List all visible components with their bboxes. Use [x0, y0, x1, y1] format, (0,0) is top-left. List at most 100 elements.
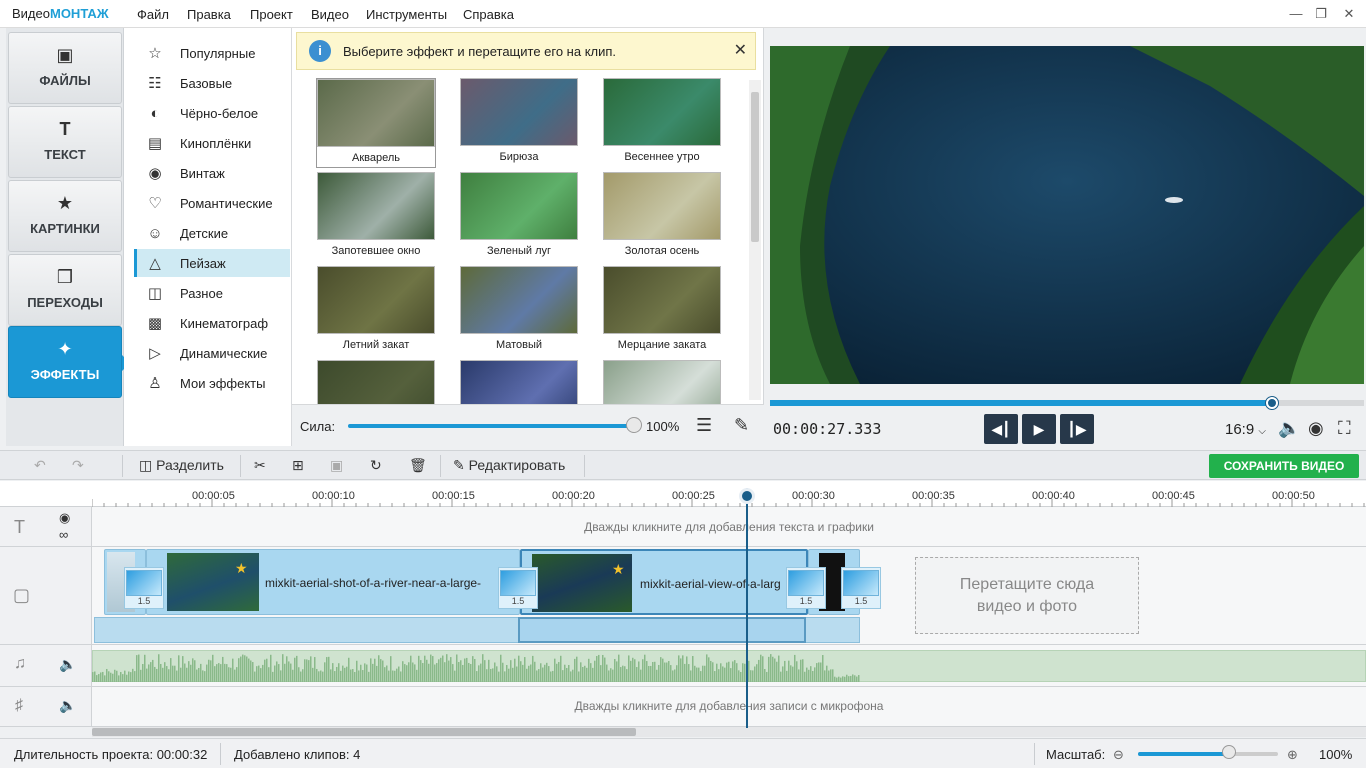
timeline-scrollbar[interactable] — [92, 727, 1366, 737]
category-kids[interactable]: ☺ Детские — [134, 219, 290, 247]
link-icon[interactable]: ∞ — [59, 527, 68, 542]
category-romantic[interactable]: ♡ Романтические — [134, 189, 290, 217]
maximize-button[interactable]: ❐ — [1308, 4, 1334, 24]
eye-icon[interactable]: ◉ — [59, 510, 70, 526]
zoom-slider-handle[interactable] — [1222, 745, 1236, 759]
save-video-button[interactable]: СОХРАНИТЬ ВИДЕО — [1209, 454, 1359, 478]
effect-label: Акварель — [351, 152, 400, 164]
tab-pictures[interactable]: ★ КАРТИНКИ — [8, 180, 122, 252]
effect-thumbnail[interactable] — [316, 360, 436, 404]
zoom-in-icon[interactable]: ⊕ — [1287, 747, 1298, 763]
effect-thumbnail[interactable]: Золотая осень — [602, 172, 722, 262]
tab-effects[interactable]: ✦ ЭФФЕКТЫ — [8, 326, 130, 398]
playhead[interactable] — [746, 488, 748, 728]
split-icon: ◫ — [139, 457, 153, 473]
effect-thumbnail[interactable]: Весеннее утро — [602, 78, 722, 168]
timeline-toolbar: ↶ ↷ ◫ Разделить ✂ ⊞ ▣ ↻ 🗑 ✎ Редактироват… — [0, 450, 1366, 480]
tab-transitions[interactable]: ❒ ПЕРЕХОДЫ — [8, 254, 122, 326]
playback-progress[interactable] — [770, 397, 1364, 409]
ruler-label: 00:00:10 — [312, 490, 355, 502]
zoom-out-icon[interactable]: ⊖ — [1113, 747, 1124, 763]
strength-slider-handle[interactable] — [626, 417, 642, 433]
menu-edit[interactable]: Правка — [187, 7, 231, 22]
effect-preview-image — [603, 360, 721, 404]
play-button[interactable]: ▶ — [1022, 414, 1056, 444]
category-misc[interactable]: ◫ Разное — [134, 279, 290, 307]
snapshot-camera-icon[interactable]: ◉ — [1308, 418, 1324, 439]
progress-handle[interactable] — [1266, 397, 1278, 409]
menu-video[interactable]: Видео — [311, 7, 349, 22]
effect-thumbnail[interactable] — [459, 360, 579, 404]
ruler-label: 00:00:25 — [672, 490, 715, 502]
tab-text[interactable]: T ТЕКСТ — [8, 106, 122, 178]
text-track[interactable]: Дважды кликните для добавления текста и … — [92, 507, 1366, 547]
category-dynamic[interactable]: ▷ Динамические — [134, 339, 290, 367]
mic-volume-icon[interactable]: 🔈 — [59, 697, 76, 714]
video-track-header: ▢ — [0, 547, 92, 645]
ruler-spacer — [0, 481, 92, 507]
close-window-button[interactable]: ✕ — [1336, 4, 1362, 24]
audio-volume-icon[interactable]: 🔈 — [59, 656, 76, 673]
previous-button[interactable]: ◀┃ — [984, 414, 1018, 444]
transition-1[interactable]: 1.5 — [124, 567, 164, 609]
clip-3-selected[interactable]: ★ mixkit-aerial-view-of-a-larg — [520, 549, 808, 615]
effect-thumbnail[interactable]: Зеленый луг — [459, 172, 579, 262]
brush-icon[interactable]: ✎ — [734, 415, 749, 436]
redo-icon[interactable]: ↷ — [72, 457, 84, 474]
minimize-button[interactable]: — — [1283, 4, 1309, 24]
mic-track[interactable]: Дважды кликните для добавления записи с … — [92, 687, 1366, 727]
effect-thumbnail[interactable]: Летний закат — [316, 266, 436, 356]
audio-track[interactable] — [92, 645, 1366, 687]
left-tabs: ▣ ФАЙЛЫ T ТЕКСТ ★ КАРТИНКИ ❒ ПЕРЕХОДЫ ✦ … — [6, 28, 130, 446]
contrast-icon: ◐ — [150, 104, 160, 122]
menu-tools[interactable]: Инструменты — [366, 7, 447, 22]
transition-4[interactable]: 1.5 — [841, 567, 881, 609]
transition-2[interactable]: 1.5 — [498, 567, 538, 609]
rotate-icon[interactable]: ↻ — [370, 457, 382, 474]
category-vintage[interactable]: ◉ Винтаж — [134, 159, 290, 187]
effect-thumbnail[interactable]: Бирюза — [459, 78, 579, 168]
menu-project[interactable]: Проект — [250, 7, 293, 22]
category-film[interactable]: ▤ Киноплёнки — [134, 129, 290, 157]
category-my-effects[interactable]: ♙ Мои эффекты — [134, 369, 290, 397]
category-basic[interactable]: ☷ Базовые — [134, 69, 290, 97]
split-button[interactable]: ◫ Разделить — [139, 457, 224, 474]
strength-slider[interactable] — [348, 424, 636, 428]
timeline-ruler[interactable]: 00:00:05 00:00:10 00:00:15 00:00:20 00:00:25… — [92, 481, 1366, 507]
next-button[interactable]: ┃▶ — [1060, 414, 1094, 444]
video-track[interactable]: ★ mixkit-aerial-shot-of-a-river-near-a-l… — [92, 547, 1366, 645]
crop-icon[interactable]: ⊞ — [292, 457, 304, 474]
aspect-ratio-select[interactable]: 16:9 ⌵ — [1225, 421, 1266, 438]
category-cinema[interactable]: ▩ Кинематограф — [134, 309, 290, 337]
mountain-icon: △ — [149, 255, 161, 272]
undo-icon[interactable]: ↶ — [34, 457, 46, 474]
delete-icon[interactable]: 🗑 — [409, 457, 427, 474]
effect-thumbnail[interactable] — [602, 360, 722, 404]
volume-icon[interactable]: 🔈 — [1278, 418, 1300, 439]
cut-icon[interactable]: ✂ — [254, 457, 266, 474]
category-popular[interactable]: ☆ Популярные — [134, 39, 290, 67]
category-bw[interactable]: ◐ Чёрно-белое — [134, 99, 290, 127]
menu-file[interactable]: Файл — [137, 7, 169, 22]
playhead-handle[interactable] — [739, 488, 755, 504]
effects-scrollbar[interactable] — [749, 80, 761, 400]
audio-track-header: ♫ 🔈 — [0, 645, 92, 687]
tab-files[interactable]: ▣ ФАЙЛЫ — [8, 32, 122, 104]
effects-grid: Акварель Бирюза Весеннее утро Запотевшее ок… — [292, 28, 749, 404]
clip-2[interactable]: ★ mixkit-aerial-shot-of-a-river-near-a-l… — [146, 549, 520, 615]
effect-thumbnail[interactable]: Акварель — [316, 78, 436, 168]
transition-3[interactable]: 1.5 — [786, 567, 826, 609]
drop-zone[interactable]: Перетащите сюда видео и фото — [915, 557, 1139, 634]
frame-icon[interactable]: ▣ — [330, 457, 343, 474]
effect-thumbnail[interactable]: Матовый — [459, 266, 579, 356]
effect-label: Запотевшее окно — [331, 245, 421, 257]
zoom-slider[interactable] — [1138, 752, 1278, 756]
effect-thumbnail[interactable]: Мерцание заката — [602, 266, 722, 356]
category-landscape[interactable]: △ Пейзаж — [134, 249, 290, 277]
edit-button[interactable]: ✎ Редактировать — [453, 457, 565, 474]
video-preview[interactable] — [770, 46, 1364, 384]
fullscreen-icon[interactable]: ⛶ — [1338, 418, 1351, 439]
effect-thumbnail[interactable]: Запотевшее окно — [316, 172, 436, 262]
settings-sliders-icon[interactable]: ☰ — [696, 415, 712, 436]
menu-help[interactable]: Справка — [463, 7, 514, 22]
